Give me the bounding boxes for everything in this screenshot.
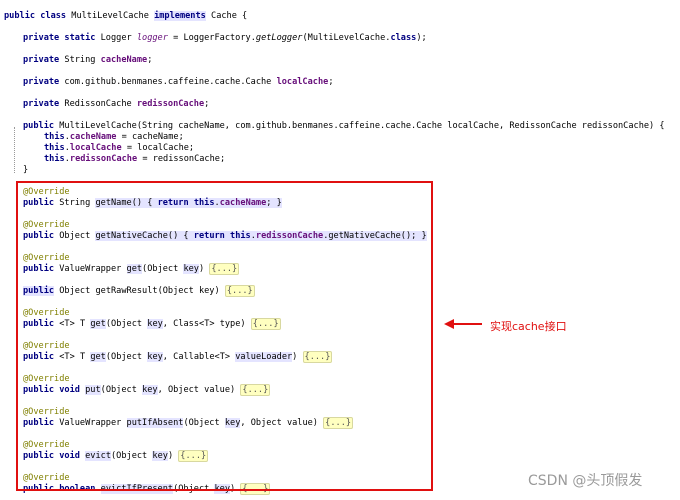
constructor-assign-redissoncache: this.redissonCache = redissonCache; <box>44 154 226 164</box>
localcache-field-line: private com.github.benmanes.caffeine.cac… <box>23 77 334 87</box>
arrow-head-icon <box>444 319 454 329</box>
fold-guide <box>14 127 16 173</box>
redissoncache-field-line: private RedissonCache redissonCache; <box>23 99 210 109</box>
cachename-field-line: private String cacheName; <box>23 55 153 65</box>
class-declaration-line: public class MultiLevelCache implements … <box>4 11 248 21</box>
watermark: CSDN @头顶假发 <box>528 473 643 489</box>
callout-label: 实现cache接口 <box>490 320 567 333</box>
highlight-box <box>16 181 433 491</box>
constructor-close-brace: } <box>23 165 29 175</box>
logger-field-line: private static Logger logger = LoggerFac… <box>23 33 427 43</box>
